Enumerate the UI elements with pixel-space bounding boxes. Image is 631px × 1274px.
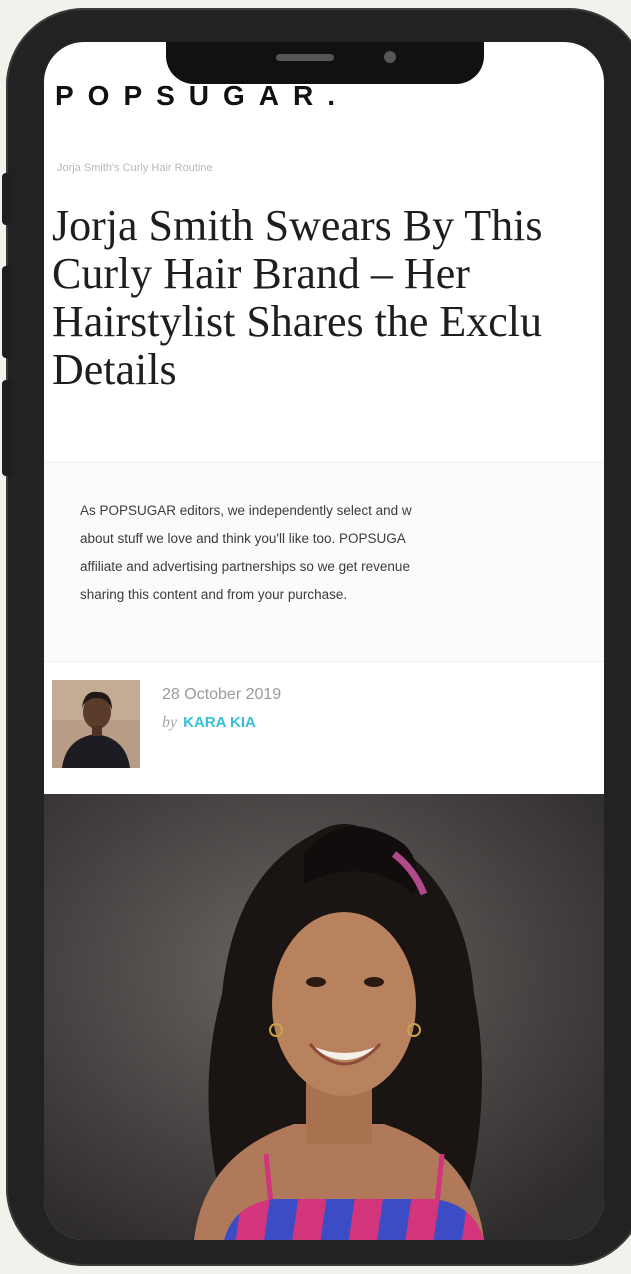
author-avatar[interactable] bbox=[52, 680, 140, 768]
byline: by KARA KIA bbox=[162, 714, 256, 732]
disclaimer-line: As POPSUGAR editors, we independently se… bbox=[80, 503, 412, 518]
article-headline: Jorja Smith Swears By This Curly Hair Br… bbox=[52, 202, 604, 394]
breadcrumb[interactable]: Jorja Smith's Curly Hair Routine bbox=[57, 162, 213, 174]
by-label: by bbox=[162, 714, 178, 731]
headline-line: Curly Hair Brand – Her bbox=[52, 249, 470, 298]
notch bbox=[166, 42, 484, 84]
author-row: 28 October 2019 by KARA KIA bbox=[44, 672, 604, 768]
site-logo[interactable]: POPSUGAR. bbox=[55, 80, 349, 112]
disclaimer-line: affiliate and advertising partnerships s… bbox=[80, 559, 410, 574]
volume-down-button bbox=[2, 380, 12, 476]
disclaimer-line: about stuff we love and think you'll lik… bbox=[80, 531, 406, 546]
hero-illustration bbox=[44, 794, 604, 1240]
headline-line: Hairstylist Shares the Exclu bbox=[52, 297, 543, 346]
phone-screen: POPSUGAR. Jorja Smith's Curly Hair Routi… bbox=[44, 42, 604, 1240]
headline-line: Details bbox=[52, 345, 177, 394]
avatar-illustration bbox=[52, 680, 140, 768]
camera-icon bbox=[384, 51, 396, 63]
author-link[interactable]: KARA KIA bbox=[183, 714, 256, 731]
hero-photo[interactable] bbox=[44, 794, 604, 1240]
disclaimer-text: As POPSUGAR editors, we independently se… bbox=[80, 497, 604, 609]
speaker-icon bbox=[276, 54, 334, 61]
publish-date: 28 October 2019 bbox=[162, 686, 282, 703]
headline-line: Jorja Smith Swears By This bbox=[52, 201, 543, 250]
affiliate-disclaimer: As POPSUGAR editors, we independently se… bbox=[44, 462, 604, 662]
volume-up-button bbox=[2, 266, 12, 358]
mute-switch bbox=[2, 173, 12, 225]
disclaimer-line: sharing this content and from your purch… bbox=[80, 587, 348, 602]
phone-frame: POPSUGAR. Jorja Smith's Curly Hair Routi… bbox=[2, 8, 631, 1266]
